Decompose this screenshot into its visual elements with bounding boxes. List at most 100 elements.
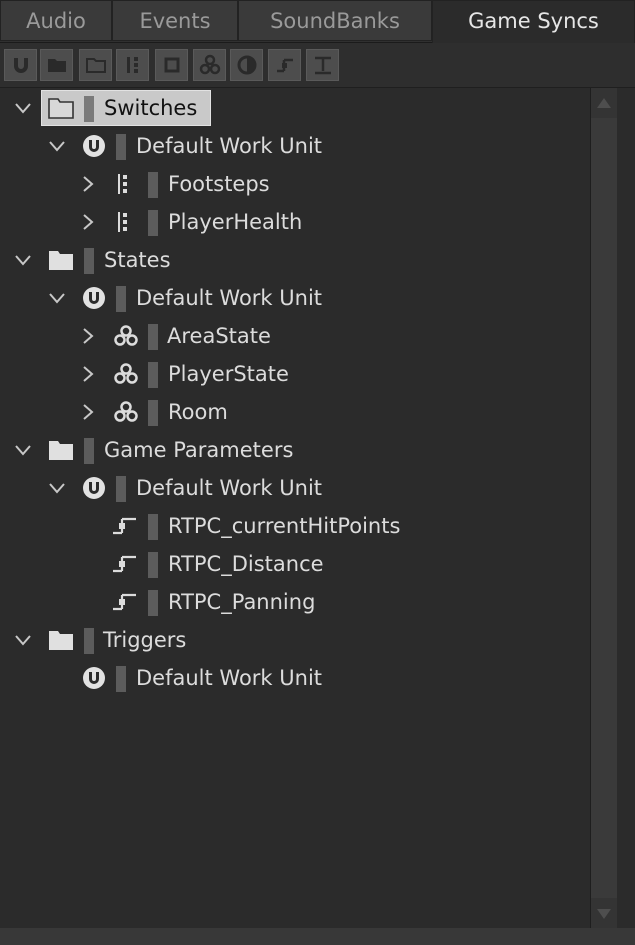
switch-group-icon [118,174,127,194]
chevron-down-icon[interactable] [15,442,31,458]
tree-row-work-unit[interactable]: Default Work Unit [0,469,590,507]
folder-icon [49,441,73,460]
tree-row-playerhealth[interactable]: PlayerHealth [0,203,590,241]
tree-item-label: Game Parameters [104,438,294,462]
tree-row-game-parameters[interactable]: Game Parameters [0,431,590,469]
chevron-down-icon[interactable] [15,632,31,648]
tree-item-label: Default Work Unit [136,476,323,500]
chevron-down-icon[interactable] [49,480,65,496]
color-tag [116,476,126,502]
switch-group-icon [118,212,127,232]
tree-row-footsteps[interactable]: Footsteps [0,165,590,203]
folder-icon [48,98,74,119]
scroll-down-arrow-icon[interactable] [596,906,612,922]
tree-item-label: Footsteps [168,172,270,196]
folder-icon [47,59,66,72]
tree-row-rtpc-currenthitpoints[interactable]: RTPC_currentHitPoints [0,507,590,545]
state-group-icon [199,54,220,75]
folder-icon [49,631,73,650]
tree-row-playerstate[interactable]: PlayerState [0,355,590,393]
trigger-icon [314,56,331,75]
tab-soundbanks[interactable]: SoundBanks [238,0,432,41]
color-tag [116,134,126,160]
tree-item-label: RTPC_currentHitPoints [168,514,401,538]
color-tag [148,324,158,350]
game-parameter-icon [113,555,136,573]
new-work-unit-button[interactable] [4,49,37,81]
color-tag [84,248,94,274]
tab-events-label: Events [139,9,211,33]
chevron-down-icon[interactable] [49,138,65,154]
tree-row-areastate[interactable]: AreaState [0,317,590,355]
state-group-icon [114,401,138,422]
scroll-track[interactable] [591,118,617,898]
work-unit-icon [13,58,28,73]
vertical-scrollbar[interactable] [591,88,617,928]
game-parameter-icon [113,517,136,535]
tree-item-label: Triggers [103,628,187,652]
chevron-right-icon[interactable] [80,176,96,192]
work-unit-icon [83,477,105,499]
chevron-right-icon[interactable] [80,404,96,420]
color-tag [148,514,158,540]
tree-item-label: Room [168,400,228,424]
tree-row-states[interactable]: States [0,241,590,279]
scroll-up-arrow-icon[interactable] [596,95,612,111]
tree-item-label: Default Work Unit [136,666,323,690]
new-state-group-button[interactable] [193,49,226,81]
tab-audio[interactable]: Audio [0,0,112,41]
game-parameter-icon [276,58,293,73]
state-icon [237,55,256,75]
color-tag [148,210,158,236]
chevron-right-icon[interactable] [80,328,96,344]
color-tag [116,666,126,692]
bottom-border [0,928,635,945]
tree-item-label: AreaState [167,324,271,348]
state-group-icon [114,363,138,384]
color-tag [148,590,158,616]
tab-audio-label: Audio [26,9,86,33]
toolbar [0,43,635,88]
tree-item-label: States [104,248,171,272]
new-virtual-folder-button[interactable] [79,49,112,81]
game-syncs-tree: Switches Default Work Unit Footsteps Pla… [0,88,591,928]
new-switch-group-button[interactable] [116,49,149,81]
new-switch-button[interactable] [155,49,188,81]
chevron-right-icon[interactable] [80,214,96,230]
work-unit-icon [83,287,105,309]
tree-row-work-unit[interactable]: Default Work Unit [0,127,590,165]
work-unit-icon [83,667,105,689]
tree-row-triggers[interactable]: Triggers [0,621,590,659]
chevron-down-icon[interactable] [49,290,65,306]
tree-row-room[interactable]: Room [0,393,590,431]
tree-row-rtpc-distance[interactable]: RTPC_Distance [0,545,590,583]
folder-icon [49,251,73,270]
open-folder-icon [85,58,106,73]
chevron-right-icon[interactable] [80,366,96,382]
tab-soundbanks-label: SoundBanks [270,9,400,33]
new-folder-button[interactable] [40,49,73,81]
tab-events[interactable]: Events [112,0,238,41]
tree-item-label: PlayerState [168,362,289,386]
new-game-parameter-button[interactable] [268,49,301,81]
new-state-button[interactable] [230,49,263,81]
color-tag [84,628,94,654]
tree-item-label: PlayerHealth [168,210,303,234]
color-tag [148,362,158,388]
tree-row-rtpc-panning[interactable]: RTPC_Panning [0,583,590,621]
color-tag [148,552,158,578]
chevron-down-icon[interactable] [15,100,31,116]
tab-game-syncs[interactable]: Game Syncs [432,0,635,43]
tree-item-label: RTPC_Distance [168,552,324,576]
game-parameter-icon [113,593,136,611]
tree-row-switches[interactable]: Switches [0,89,590,127]
tree-row-work-unit[interactable]: Default Work Unit [0,659,590,697]
color-tag [148,172,158,198]
tree-item-label: Default Work Unit [136,134,323,158]
chevron-down-icon[interactable] [15,252,31,268]
new-trigger-button[interactable] [306,49,339,81]
tree-row-work-unit[interactable]: Default Work Unit [0,279,590,317]
work-unit-icon [83,135,105,157]
switch-group-icon [126,57,138,73]
tab-bar: Audio Events SoundBanks Game Syncs [0,0,635,43]
